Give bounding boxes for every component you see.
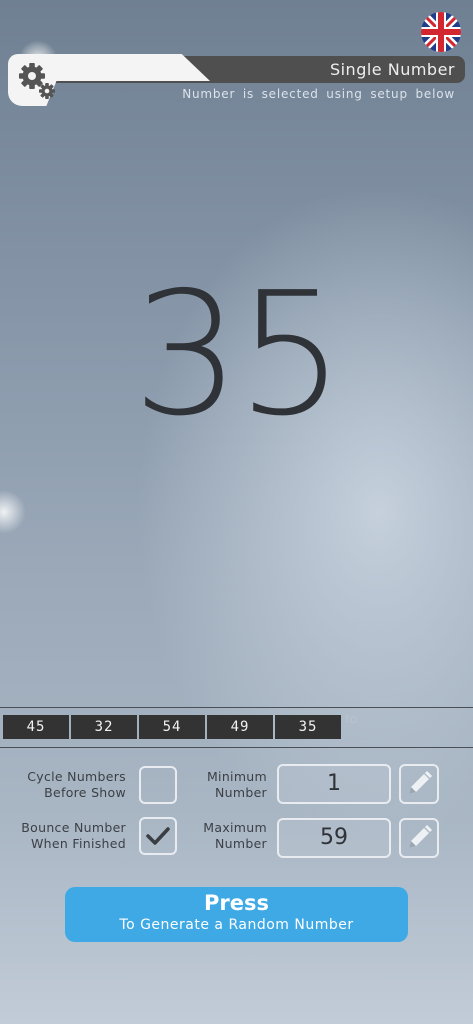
edit-maximum-button[interactable] (399, 818, 439, 858)
bounce-label-line1: Bounce Number (21, 820, 126, 835)
generate-button-title: Press (204, 891, 269, 915)
history-item: 45 (3, 715, 69, 739)
light-glow (0, 490, 26, 534)
cycle-numbers-checkbox[interactable] (139, 766, 177, 804)
min-label-line1: Minimum (206, 769, 267, 784)
history-item: 49 (207, 715, 273, 739)
bounce-number-label: Bounce Number When Finished (10, 820, 126, 852)
edit-minimum-button[interactable] (399, 764, 439, 804)
min-label-line2: Number (214, 785, 267, 800)
max-label-line1: Maximum (203, 820, 267, 835)
maximum-number-label: Maximum Number (190, 820, 267, 852)
generated-number: 35 (132, 256, 344, 454)
maximum-number-field[interactable]: 59 (277, 818, 391, 858)
bounce-number-checkbox[interactable] (139, 817, 177, 855)
bounce-label-line2: When Finished (31, 836, 126, 851)
minimum-number-field[interactable]: 1 (277, 764, 391, 804)
pencil-icon (409, 824, 433, 848)
mode-subtitle: Number is selected using setup below (182, 87, 455, 101)
generate-button-subtitle: To Generate a Random Number (119, 917, 354, 933)
checkmark-icon (146, 827, 170, 845)
cycle-label-line1: Cycle Numbers (27, 769, 126, 784)
generate-button[interactable]: Press To Generate a Random Number (65, 887, 408, 942)
history-item: 32 (71, 715, 137, 739)
uk-flag-icon[interactable] (421, 12, 461, 52)
divider (0, 747, 473, 748)
max-label-line2: Number (214, 836, 267, 851)
number-history: 45 32 54 49 35 (3, 715, 341, 739)
divider (0, 707, 473, 708)
pencil-icon (409, 770, 433, 794)
cycle-numbers-label: Cycle Numbers Before Show (10, 769, 126, 801)
history-item: 35 (275, 715, 341, 739)
history-item: 54 (139, 715, 205, 739)
history-trailing-label: to (345, 712, 358, 726)
minimum-number-label: Minimum Number (190, 769, 267, 801)
gear-icon[interactable] (16, 60, 60, 104)
cycle-label-line2: Before Show (44, 785, 126, 800)
mode-title: Single Number (329, 60, 455, 79)
